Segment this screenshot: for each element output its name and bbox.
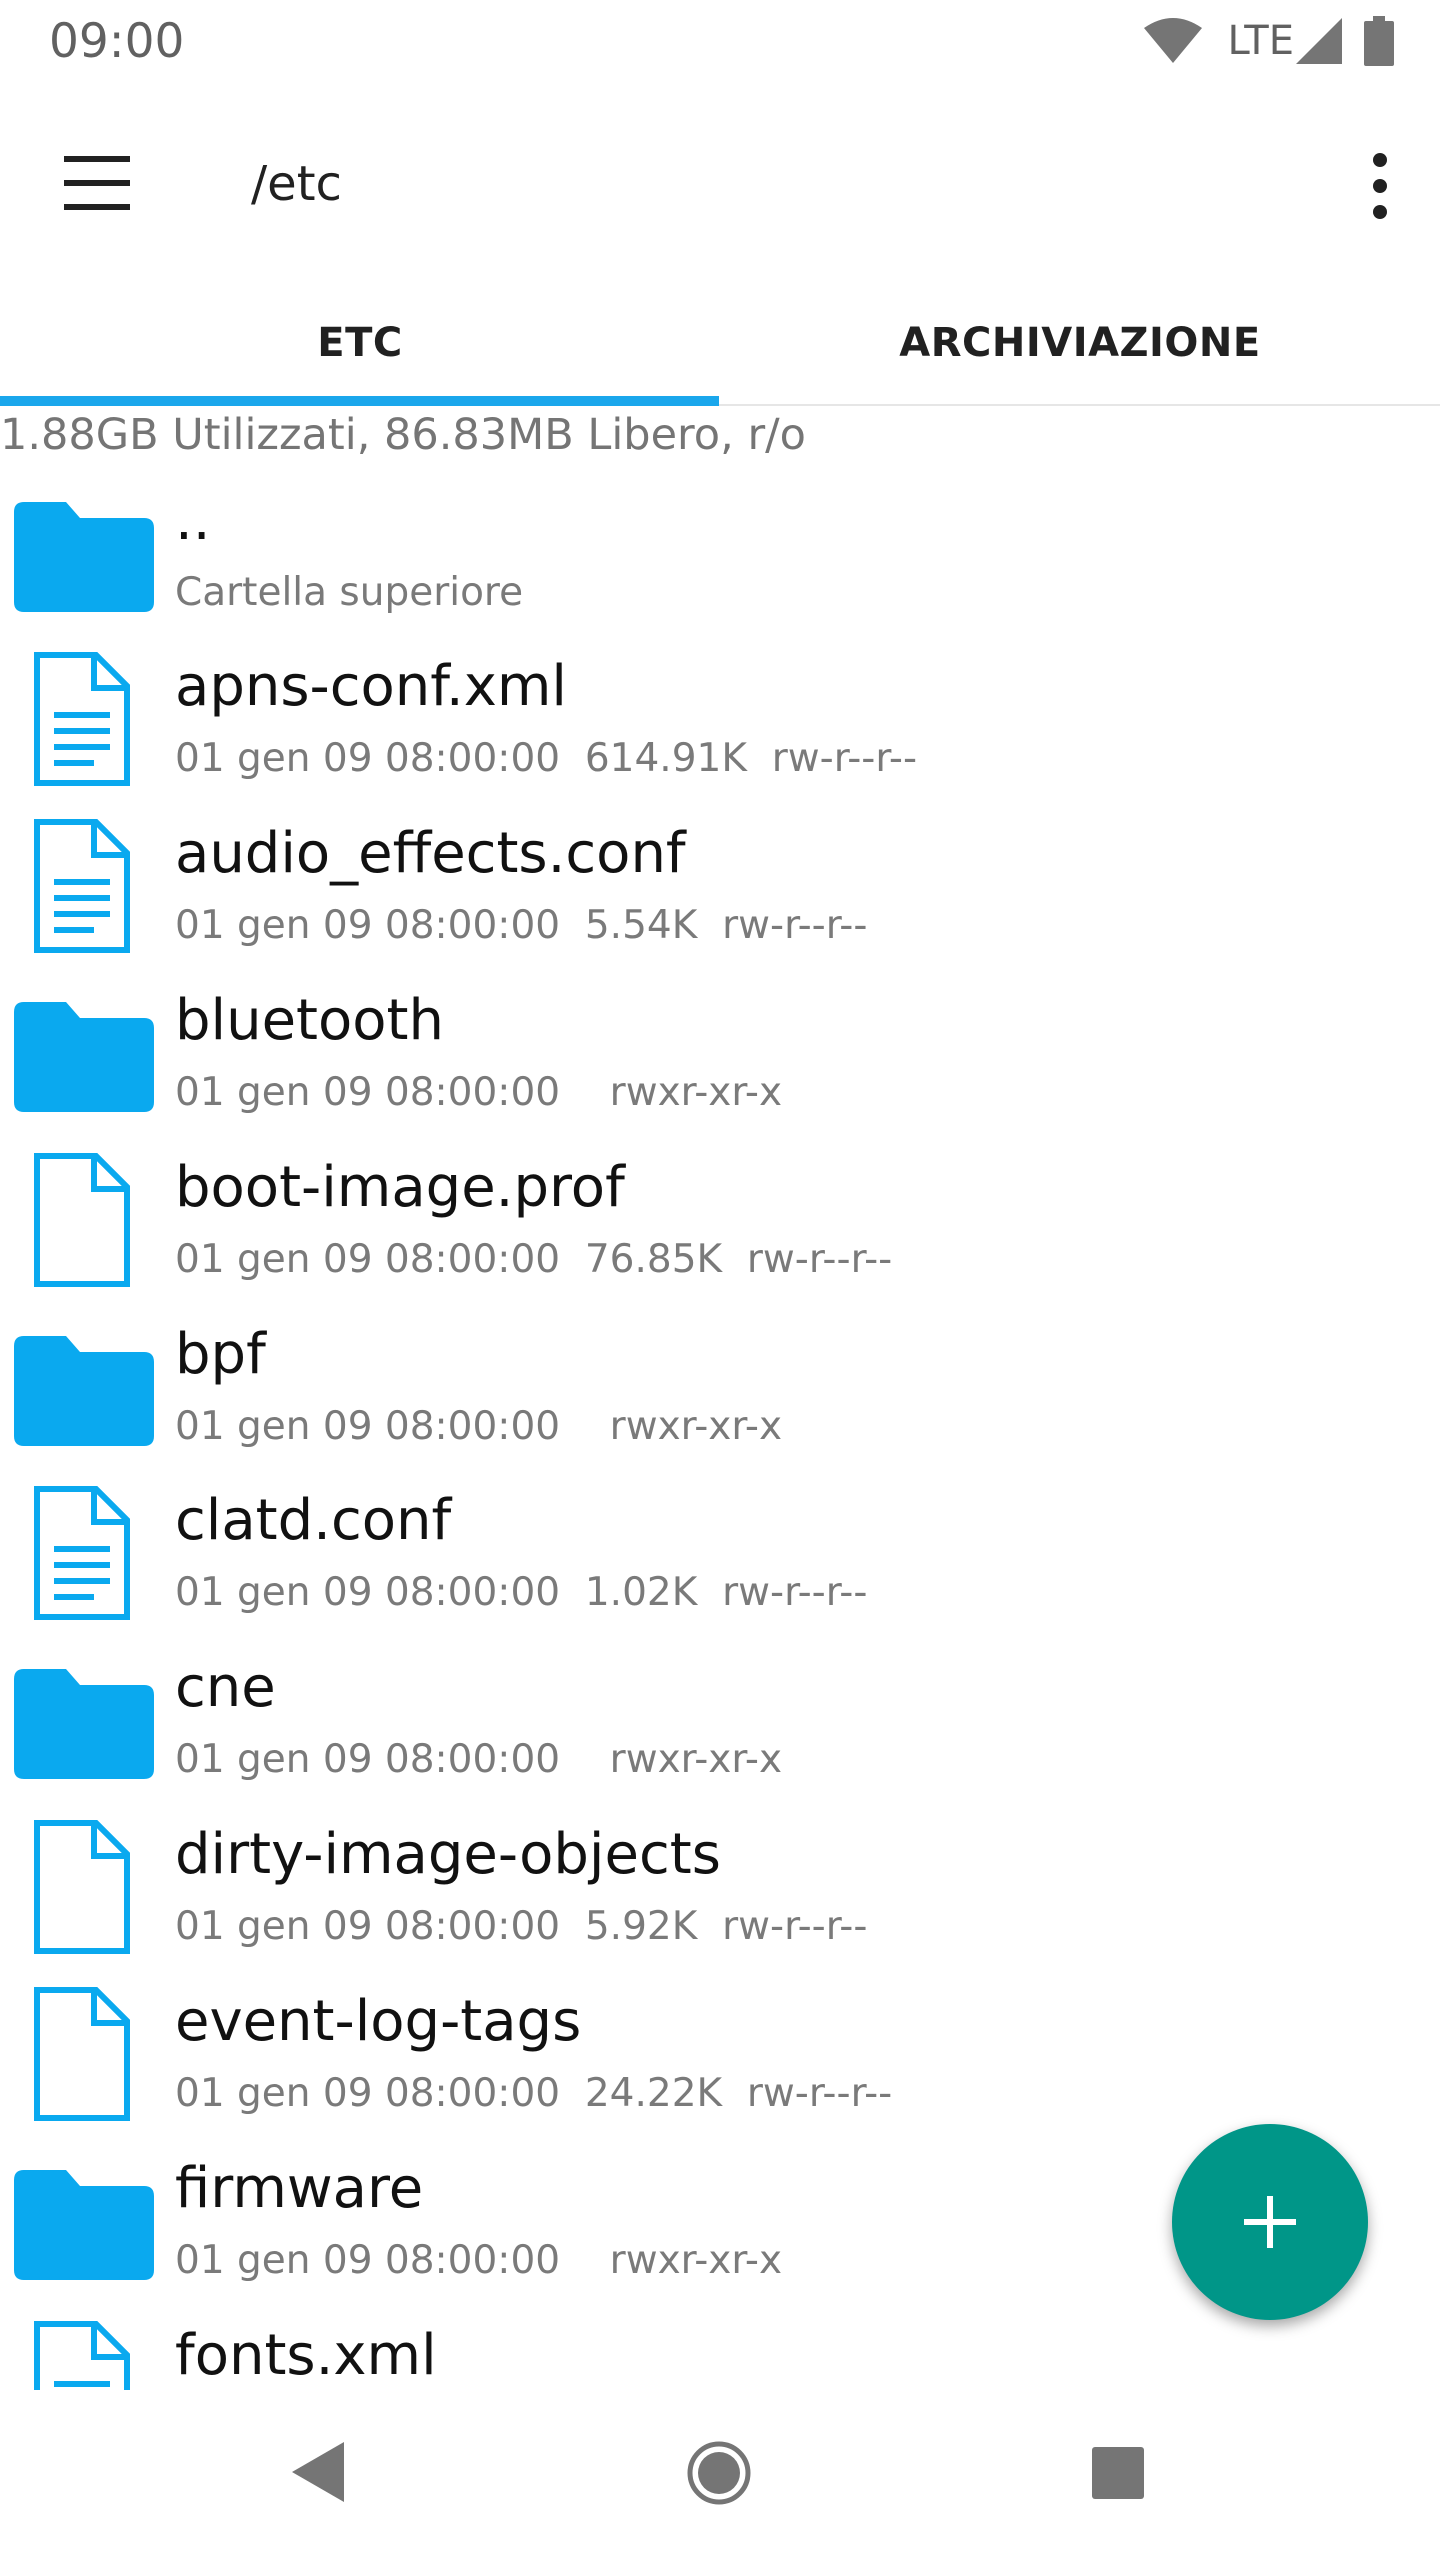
more-vert-icon[interactable] xyxy=(1368,150,1392,222)
status-bar: 09:00 LTE xyxy=(0,0,1440,84)
file-name: cne xyxy=(175,1655,276,1720)
document-icon xyxy=(34,1486,130,1620)
document-icon xyxy=(34,819,130,953)
file-name: bluetooth xyxy=(175,988,444,1053)
list-item[interactable]: boot-image.prof 01 gen 09 08:00:00 76.85… xyxy=(0,1153,1440,1319)
list-item[interactable]: bluetooth 01 gen 09 08:00:00 rwxr-xr-x xyxy=(0,986,1440,1152)
list-item[interactable]: .. Cartella superiore xyxy=(0,486,1440,652)
list-item[interactable]: audio_effects.conf 01 gen 09 08:00:00 5.… xyxy=(0,819,1440,985)
file-icon xyxy=(34,1820,130,1954)
file-name: dirty-image-objects xyxy=(175,1822,721,1887)
file-meta: 01 gen 09 08:00:00 rwxr-xr-x xyxy=(175,2238,783,2283)
back-icon[interactable] xyxy=(290,2440,346,2504)
list-item[interactable]: bpf 01 gen 09 08:00:00 rwxr-xr-x xyxy=(0,1320,1440,1486)
tab-archiviazione[interactable]: ARCHIVIAZIONE xyxy=(720,280,1440,406)
status-icons: LTE xyxy=(1143,16,1394,66)
storage-info: 1.88GB Utilizzati, 86.83MB Libero, r/o xyxy=(0,410,806,460)
file-meta: 01 gen 09 08:00:00 614.91K rw-r--r-- xyxy=(175,736,918,781)
file-meta: 01 gen 09 08:00:00 24.22K rw-r--r-- xyxy=(175,2071,893,2116)
file-meta: 01 gen 09 08:00:00 76.85K rw-r--r-- xyxy=(175,1237,893,1282)
file-name: firmware xyxy=(175,2156,424,2221)
document-icon xyxy=(34,652,130,786)
list-item[interactable]: clatd.conf 01 gen 09 08:00:00 1.02K rw-r… xyxy=(0,1486,1440,1652)
file-meta: 01 gen 09 08:00:00 rwxr-xr-x xyxy=(175,1737,783,1782)
home-icon[interactable] xyxy=(686,2440,752,2506)
list-item[interactable]: cne 01 gen 09 08:00:00 rwxr-xr-x xyxy=(0,1653,1440,1819)
file-name: audio_effects.conf xyxy=(175,821,686,886)
tab-bar: ETC ARCHIVIAZIONE xyxy=(0,280,1440,406)
battery-icon xyxy=(1364,16,1394,66)
tab-indicator xyxy=(0,396,719,406)
file-name: apns-conf.xml xyxy=(175,654,567,719)
file-meta: 01 gen 09 08:00:00 rwxr-xr-x xyxy=(175,1404,783,1449)
list-item[interactable]: fonts.xml xyxy=(0,2321,1440,2390)
file-name: boot-image.prof xyxy=(175,1155,625,1220)
file-meta: 01 gen 09 08:00:00 1.02K rw-r--r-- xyxy=(175,1570,868,1615)
list-item[interactable]: event-log-tags 01 gen 09 08:00:00 24.22K… xyxy=(0,1987,1440,2153)
hamburger-menu-icon[interactable] xyxy=(56,152,140,214)
file-meta: 01 gen 09 08:00:00 5.92K rw-r--r-- xyxy=(175,1904,868,1949)
folder-icon xyxy=(14,1669,154,1779)
lte-label: LTE xyxy=(1227,18,1294,64)
file-meta: Cartella superiore xyxy=(175,570,524,615)
document-icon xyxy=(34,2321,130,2390)
file-list[interactable]: .. Cartella superiore apns-conf.xml 01 g… xyxy=(0,486,1440,2390)
add-icon xyxy=(1244,2196,1296,2248)
recents-icon[interactable] xyxy=(1090,2445,1146,2501)
signal-icon xyxy=(1296,18,1342,64)
navigation-bar xyxy=(0,2390,1440,2560)
file-icon xyxy=(34,1987,130,2121)
tab-etc[interactable]: ETC xyxy=(0,280,720,406)
status-time: 09:00 xyxy=(49,14,185,69)
file-icon xyxy=(34,1153,130,1287)
file-name: clatd.conf xyxy=(175,1488,452,1553)
file-meta: 01 gen 09 08:00:00 rwxr-xr-x xyxy=(175,1070,783,1115)
file-meta: 01 gen 09 08:00:00 5.54K rw-r--r-- xyxy=(175,903,868,948)
list-item[interactable]: apns-conf.xml 01 gen 09 08:00:00 614.91K… xyxy=(0,652,1440,818)
toolbar: /etc xyxy=(0,84,1440,280)
file-name: event-log-tags xyxy=(175,1989,582,2054)
folder-icon xyxy=(14,1002,154,1112)
list-item[interactable]: dirty-image-objects 01 gen 09 08:00:00 5… xyxy=(0,1820,1440,1986)
file-name: fonts.xml xyxy=(175,2323,437,2388)
add-fab-button[interactable] xyxy=(1172,2124,1368,2320)
folder-icon xyxy=(14,2170,154,2280)
file-name: bpf xyxy=(175,1322,266,1387)
wifi-icon xyxy=(1143,18,1202,63)
path-title: /etc xyxy=(251,156,342,212)
folder-icon xyxy=(14,1336,154,1446)
file-name: .. xyxy=(175,488,211,553)
folder-icon xyxy=(14,502,154,612)
